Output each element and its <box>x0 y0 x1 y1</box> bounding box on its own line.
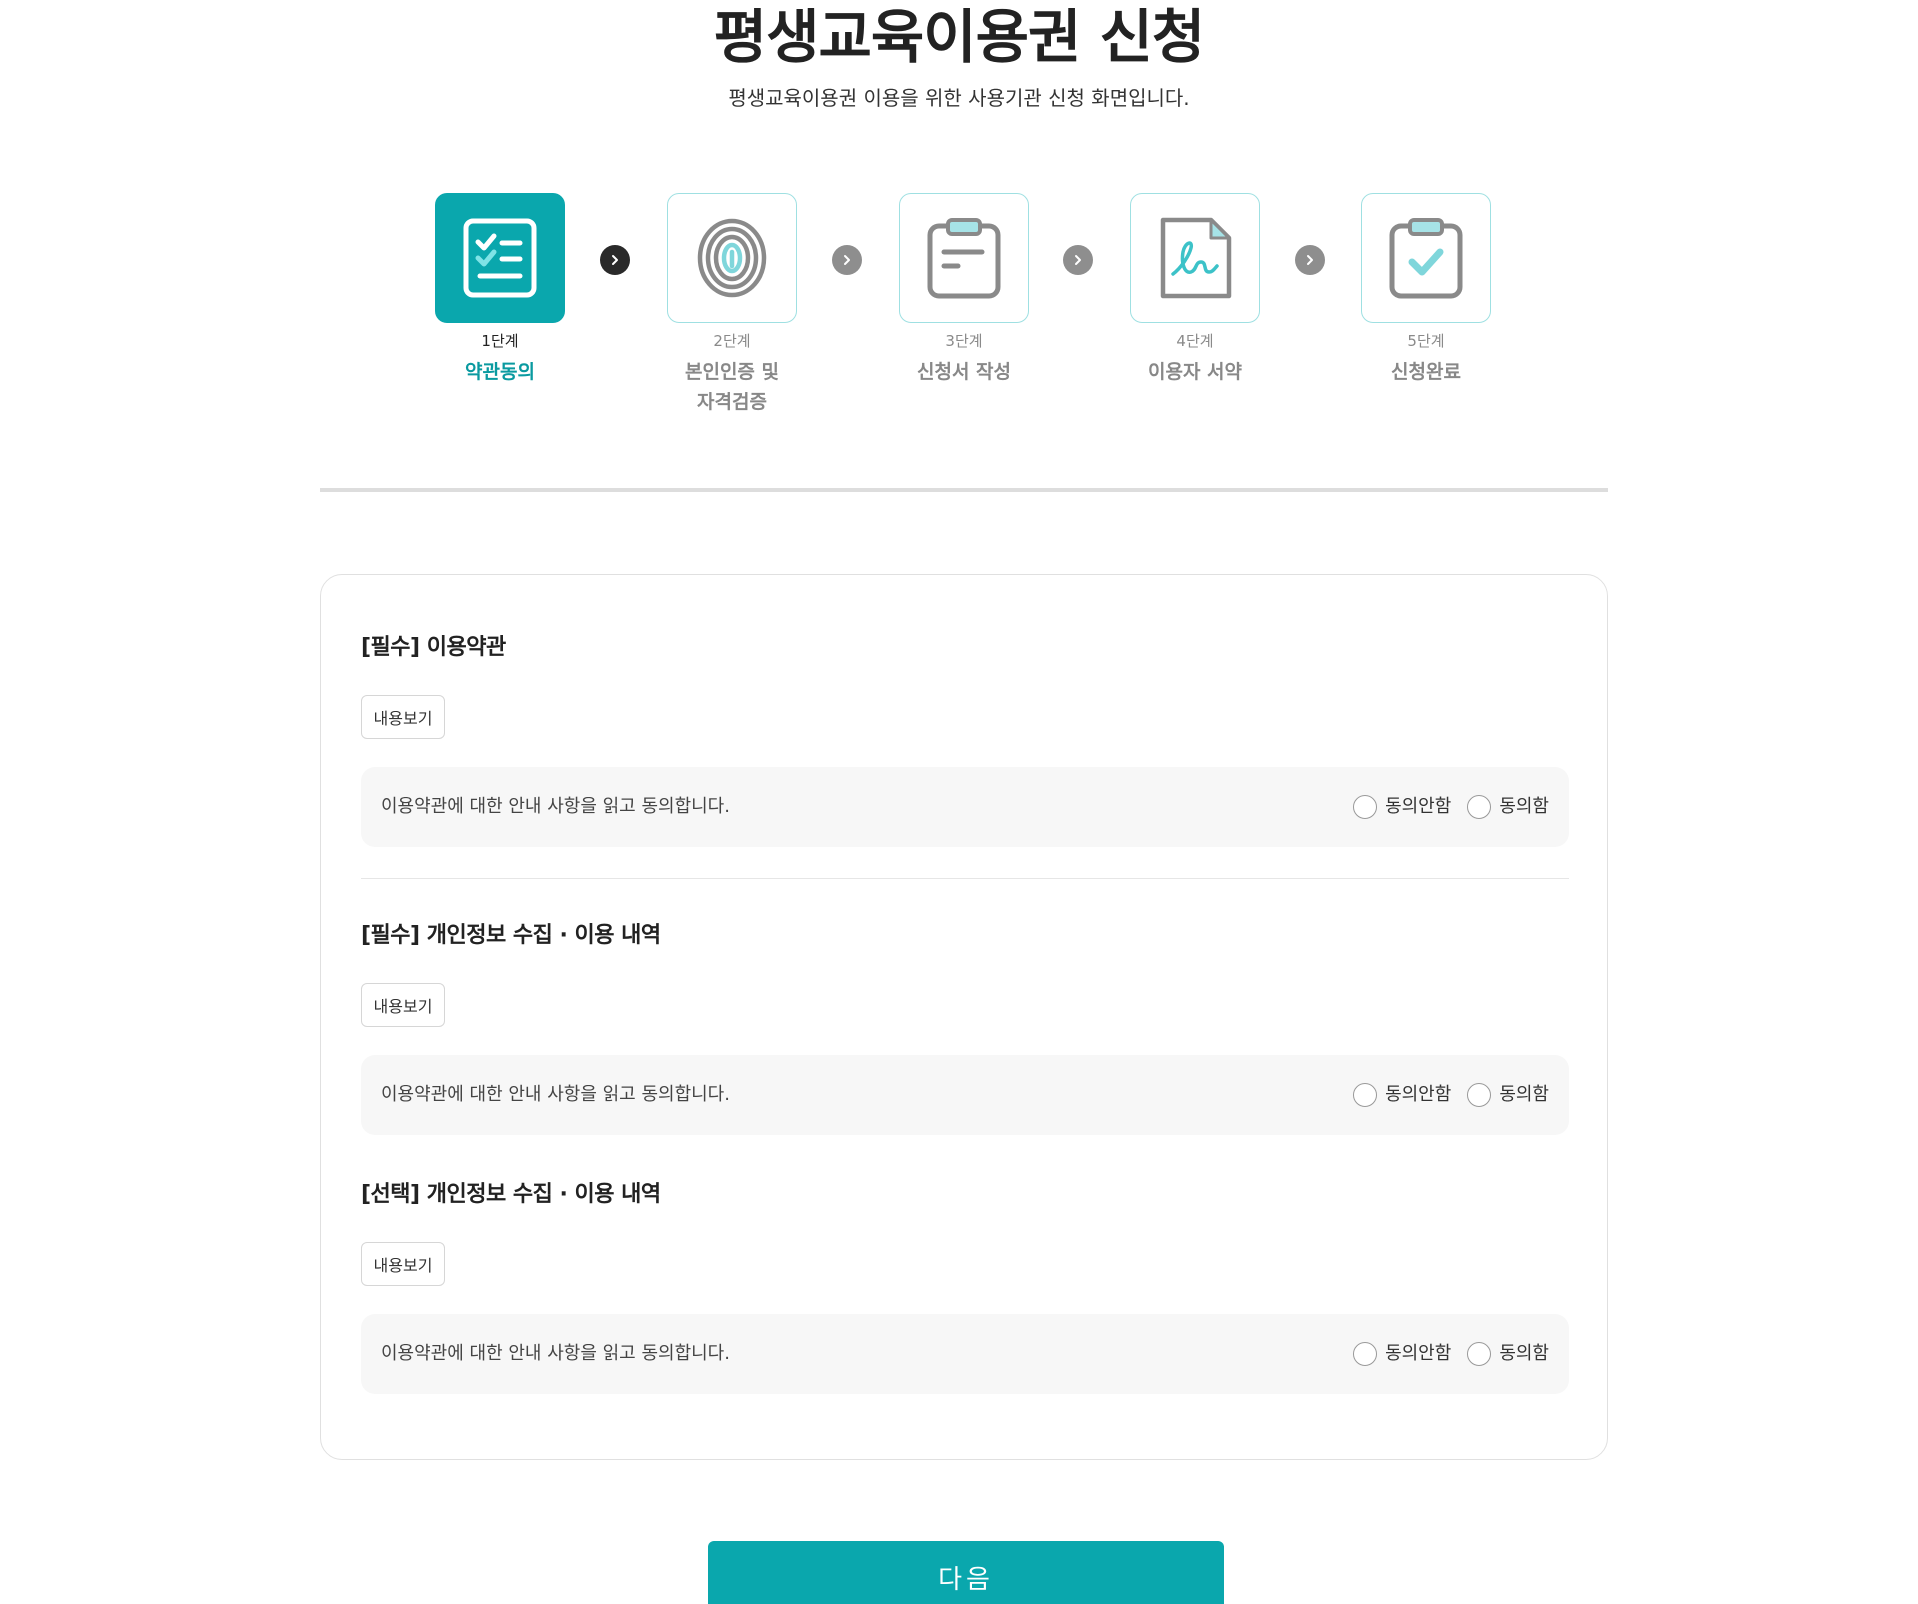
next-button[interactable]: 다음 <box>708 1541 1224 1604</box>
disagree-label[interactable]: 동의안함 <box>1385 1340 1451 1368</box>
radio-circle-icon[interactable] <box>1353 1342 1378 1366</box>
view-content-button[interactable]: 내용보기 <box>361 1242 445 1286</box>
agree-radio[interactable]: 동의함 <box>1467 1081 1549 1109</box>
step-2-box <box>667 193 797 323</box>
terms-section-3: [선택] 개인정보 수집 · 이용 내역 내용보기 이용약관에 대한 안내 사항… <box>361 1180 1569 1394</box>
step-3-label: 신청서 작성 <box>916 361 1011 383</box>
radio-circle-icon[interactable] <box>1467 795 1492 819</box>
terms-section-1: [필수] 이용약관 내용보기 이용약관에 대한 안내 사항을 읽고 동의합니다.… <box>361 633 1569 847</box>
disagree-radio[interactable]: 동의안함 <box>1353 1081 1451 1109</box>
agree-radio-group: 동의안함 동의함 <box>1337 1340 1549 1368</box>
agree-row: 이용약관에 대한 안내 사항을 읽고 동의합니다. 동의안함 동의함 <box>361 1055 1569 1135</box>
step-5-box <box>1361 193 1491 323</box>
section-title: [필수] 개인정보 수집 · 이용 내역 <box>361 923 661 948</box>
section-title: [필수] 이용약관 <box>361 635 506 660</box>
step-4-number: 4단계 <box>1176 332 1214 350</box>
agree-label[interactable]: 동의함 <box>1499 1340 1549 1368</box>
step-5-number: 5단계 <box>1407 332 1445 350</box>
disagree-label[interactable]: 동의안함 <box>1385 1081 1451 1109</box>
signed-document-icon <box>1160 217 1232 299</box>
agree-radio-group: 동의안함 동의함 <box>1337 1081 1549 1109</box>
radio-circle-icon[interactable] <box>1353 795 1378 819</box>
step-arrow-icon <box>832 245 862 275</box>
step-1: 1단계 약관동의 <box>435 193 565 387</box>
radio-circle-icon[interactable] <box>1467 1342 1492 1366</box>
agree-text: 이용약관에 대한 안내 사항을 읽고 동의합니다. <box>381 796 730 817</box>
step-3-number: 3단계 <box>945 332 983 350</box>
step-arrow-icon <box>600 245 630 275</box>
view-content-button[interactable]: 내용보기 <box>361 983 445 1027</box>
step-5-label: 신청완료 <box>1391 361 1461 383</box>
disagree-label[interactable]: 동의안함 <box>1385 793 1451 821</box>
fingerprint-icon <box>697 218 767 298</box>
step-1-number: 1단계 <box>481 332 519 350</box>
page: 평생교육이용권 신청 평생교육이용권 이용을 위한 사용기관 신청 화면입니다.… <box>0 0 1918 1604</box>
clipboard-check-icon <box>1389 218 1463 299</box>
section-divider <box>320 488 1608 492</box>
agree-radio[interactable]: 동의함 <box>1467 793 1549 821</box>
agree-label[interactable]: 동의함 <box>1499 1081 1549 1109</box>
radio-circle-icon[interactable] <box>1467 1083 1492 1107</box>
step-4-box <box>1130 193 1260 323</box>
disagree-radio[interactable]: 동의안함 <box>1353 793 1451 821</box>
section-separator <box>361 878 1569 879</box>
step-3: 3단계 신청서 작성 <box>899 193 1029 387</box>
step-arrow-icon <box>1063 245 1093 275</box>
clipboard-form-icon <box>927 218 1001 299</box>
radio-circle-icon[interactable] <box>1353 1083 1378 1107</box>
step-progress: 1단계 약관동의 2단계 본인인증 및 자격검증 3단계 신청서 작성 4단계 … <box>0 193 1918 423</box>
step-2-label-line1: 본인인증 및 <box>684 361 779 383</box>
step-2: 2단계 본인인증 및 자격검증 <box>667 193 797 417</box>
terms-card: [필수] 이용약관 내용보기 이용약관에 대한 안내 사항을 읽고 동의합니다.… <box>320 574 1608 1460</box>
agree-row: 이용약관에 대한 안내 사항을 읽고 동의합니다. 동의안함 동의함 <box>361 1314 1569 1394</box>
step-4-label: 이용자 서약 <box>1147 361 1242 383</box>
section-title: [선택] 개인정보 수집 · 이용 내역 <box>361 1182 661 1207</box>
terms-section-2: [필수] 개인정보 수집 · 이용 내역 내용보기 이용약관에 대한 안내 사항… <box>361 921 1569 1135</box>
step-arrow-icon <box>1295 245 1325 275</box>
step-1-label: 약관동의 <box>465 361 535 383</box>
step-5: 5단계 신청완료 <box>1361 193 1491 387</box>
agree-text: 이용약관에 대한 안내 사항을 읽고 동의합니다. <box>381 1084 730 1105</box>
agree-radio-group: 동의안함 동의함 <box>1337 793 1549 821</box>
agree-label[interactable]: 동의함 <box>1499 793 1549 821</box>
checklist-icon <box>463 218 537 298</box>
agree-radio[interactable]: 동의함 <box>1467 1340 1549 1368</box>
step-2-number: 2단계 <box>713 332 751 350</box>
step-4: 4단계 이용자 서약 <box>1130 193 1260 387</box>
agree-text: 이용약관에 대한 안내 사항을 읽고 동의합니다. <box>381 1343 730 1364</box>
page-title: 평생교육이용권 신청 <box>713 3 1205 71</box>
step-2-label-line2: 자격검증 <box>697 391 767 413</box>
agree-row: 이용약관에 대한 안내 사항을 읽고 동의합니다. 동의안함 동의함 <box>361 767 1569 847</box>
disagree-radio[interactable]: 동의안함 <box>1353 1340 1451 1368</box>
step-1-box <box>435 193 565 323</box>
step-2-label: 본인인증 및 자격검증 <box>667 357 797 417</box>
view-content-button[interactable]: 내용보기 <box>361 695 445 739</box>
step-3-box <box>899 193 1029 323</box>
page-subtitle: 평생교육이용권 이용을 위한 사용기관 신청 화면입니다. <box>728 86 1190 110</box>
